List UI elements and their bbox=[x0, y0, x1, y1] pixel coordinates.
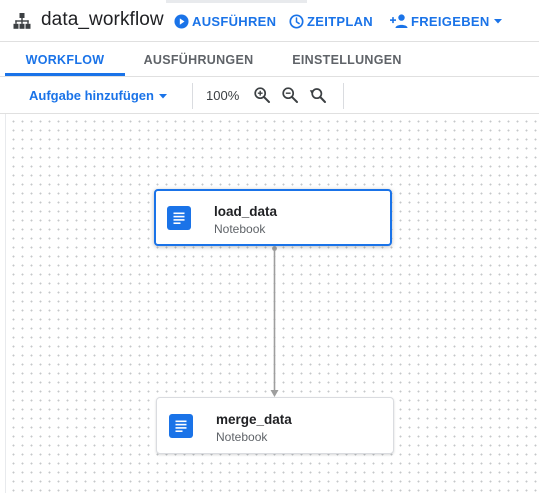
add-task-label: Aufgabe hinzufügen bbox=[29, 88, 154, 103]
play-circle-icon bbox=[174, 13, 189, 29]
tab-settings[interactable]: EINSTELLUNGEN bbox=[276, 42, 418, 77]
zoom-in-icon[interactable] bbox=[253, 86, 271, 104]
tab-runs-label: AUSFÜHRUNGEN bbox=[143, 52, 254, 67]
top-bar: data_workflow AUSFÜHREN ZEITPLAN FREIGEB bbox=[0, 0, 539, 42]
schedule-button-label: ZEITPLAN bbox=[307, 13, 373, 29]
task-node-type: Notebook bbox=[214, 222, 266, 236]
add-task-dropdown[interactable]: Aufgabe hinzufügen bbox=[29, 88, 168, 103]
schedule-button[interactable]: ZEITPLAN bbox=[289, 12, 373, 30]
zoom-reset-icon[interactable] bbox=[309, 86, 327, 104]
share-button[interactable]: FREIGEBEN bbox=[390, 12, 503, 30]
caret-down-icon bbox=[493, 19, 502, 24]
zoom-level: 100% bbox=[206, 88, 240, 103]
active-tab-indicator bbox=[5, 73, 125, 76]
tab-workflow-label: WORKFLOW bbox=[25, 52, 105, 67]
person-add-icon bbox=[390, 14, 408, 28]
task-node-merge-data[interactable]: merge_data Notebook bbox=[156, 397, 394, 454]
tab-runs[interactable]: AUSFÜHRUNGEN bbox=[131, 42, 266, 77]
task-node-load-data[interactable]: load_data Notebook bbox=[154, 189, 392, 246]
active-tab-strip bbox=[166, 0, 307, 3]
share-button-label: FREIGEBEN bbox=[411, 13, 490, 29]
run-button[interactable]: AUSFÜHREN bbox=[174, 12, 276, 30]
tab-bar: WORKFLOW AUSFÜHRUNGEN EINSTELLUNGEN bbox=[0, 42, 539, 77]
notebook-icon bbox=[169, 414, 193, 438]
notebook-icon bbox=[167, 206, 191, 230]
clock-icon bbox=[289, 13, 304, 29]
task-node-type: Notebook bbox=[216, 430, 268, 444]
task-node-name: load_data bbox=[214, 204, 278, 219]
workflow-editor: data_workflow AUSFÜHREN ZEITPLAN FREIGEB bbox=[0, 0, 539, 493]
toolbar-divider bbox=[343, 83, 344, 109]
task-node-name: merge_data bbox=[216, 412, 292, 427]
caret-down-icon bbox=[158, 93, 167, 98]
canvas-toolbar: Aufgabe hinzufügen 100% bbox=[0, 77, 539, 114]
tab-workflow[interactable]: WORKFLOW bbox=[5, 42, 125, 77]
run-button-label: AUSFÜHREN bbox=[192, 13, 277, 29]
zoom-out-icon[interactable] bbox=[281, 86, 299, 104]
toolbar-divider bbox=[192, 83, 193, 109]
page-title: data_workflow bbox=[41, 9, 164, 30]
tab-settings-label: EINSTELLUNGEN bbox=[292, 52, 402, 67]
workflow-tree-icon bbox=[13, 13, 31, 29]
